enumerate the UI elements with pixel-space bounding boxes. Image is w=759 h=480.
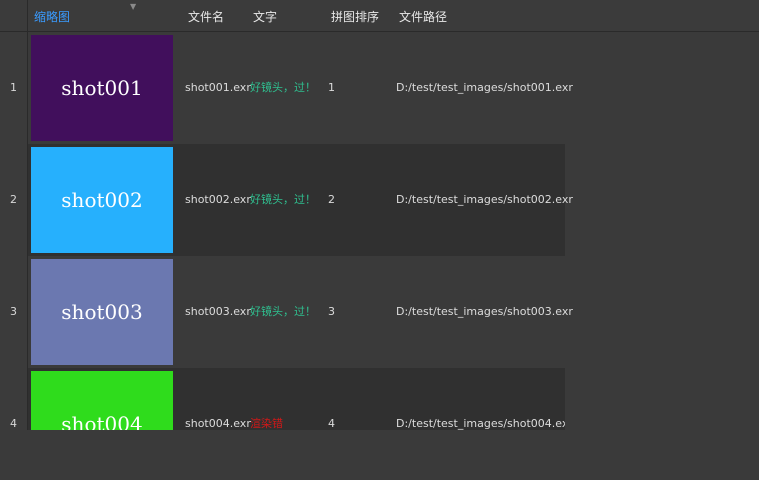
path-cell[interactable]: D:/test/test_images/shot004.exr bbox=[396, 368, 565, 430]
row-number[interactable]: 1 bbox=[0, 32, 27, 144]
order-cell[interactable]: 4 bbox=[328, 368, 335, 430]
path-cell[interactable]: D:/test/test_images/shot003.exr bbox=[396, 256, 573, 368]
order-cell[interactable]: 1 bbox=[328, 32, 335, 144]
column-header-filename[interactable]: 文件名 bbox=[188, 0, 248, 32]
text-cell[interactable]: 好镜头，过！ bbox=[250, 32, 316, 144]
text-cell[interactable]: 渲染错 bbox=[250, 368, 283, 430]
table-row[interactable]: shot001 shot001.exr 好镜头，过！ 1 D:/test/tes… bbox=[28, 32, 573, 144]
table-header: 缩略图 ▼ 文件名 文字 拼图排序 文件路径 bbox=[28, 0, 759, 32]
column-header-thumbnail-label: 缩略图 bbox=[34, 10, 71, 24]
column-header-thumbnail[interactable]: 缩略图 ▼ bbox=[34, 0, 174, 32]
column-header-text[interactable]: 文字 bbox=[253, 0, 323, 32]
path-cell[interactable]: D:/test/test_images/shot001.exr bbox=[396, 32, 573, 144]
filename-cell[interactable]: shot004.exr bbox=[185, 368, 251, 430]
thumbnail-image[interactable]: shot002 bbox=[31, 147, 173, 253]
table-row[interactable]: shot002 shot002.exr 好镜头，过！ 2 D:/test/tes… bbox=[28, 144, 573, 256]
path-cell[interactable]: D:/test/test_images/shot002.exr bbox=[396, 144, 573, 256]
order-cell[interactable]: 2 bbox=[328, 144, 335, 256]
table-corner[interactable] bbox=[0, 0, 28, 32]
text-cell[interactable]: 好镜头，过！ bbox=[250, 144, 316, 256]
thumbnail-label: shot002 bbox=[61, 188, 143, 212]
chevron-down-icon: ▼ bbox=[130, 2, 137, 11]
filename-cell[interactable]: shot003.exr bbox=[185, 256, 251, 368]
thumbnail-image[interactable]: shot003 bbox=[31, 259, 173, 365]
thumbnail-label: shot004 bbox=[61, 412, 143, 430]
order-cell[interactable]: 3 bbox=[328, 256, 335, 368]
thumbnail-image[interactable]: shot001 bbox=[31, 35, 173, 141]
row-header: 1 2 3 4 bbox=[0, 32, 28, 430]
row-number[interactable]: 3 bbox=[0, 256, 27, 368]
thumbnail-image[interactable]: shot004 bbox=[31, 371, 173, 430]
image-table: 缩略图 ▼ 文件名 文字 拼图排序 文件路径 1 2 3 4 shot001 s… bbox=[0, 0, 759, 430]
text-cell[interactable]: 好镜头，过！ bbox=[250, 256, 316, 368]
row-number[interactable]: 4 bbox=[0, 368, 27, 480]
row-number[interactable]: 2 bbox=[0, 144, 27, 256]
column-header-path[interactable]: 文件路径 bbox=[399, 0, 559, 32]
filename-cell[interactable]: shot002.exr bbox=[185, 144, 251, 256]
column-header-order[interactable]: 拼图排序 bbox=[331, 0, 396, 32]
filename-cell[interactable]: shot001.exr bbox=[185, 32, 251, 144]
thumbnail-label: shot003 bbox=[61, 300, 143, 324]
table-row[interactable]: shot004 渲染错 shot004.exr 4 D:/test/test_i… bbox=[28, 368, 565, 430]
table-row[interactable]: shot003 shot003.exr 好镜头，过！ 3 D:/test/tes… bbox=[28, 256, 573, 368]
thumbnail-label: shot001 bbox=[61, 76, 143, 100]
